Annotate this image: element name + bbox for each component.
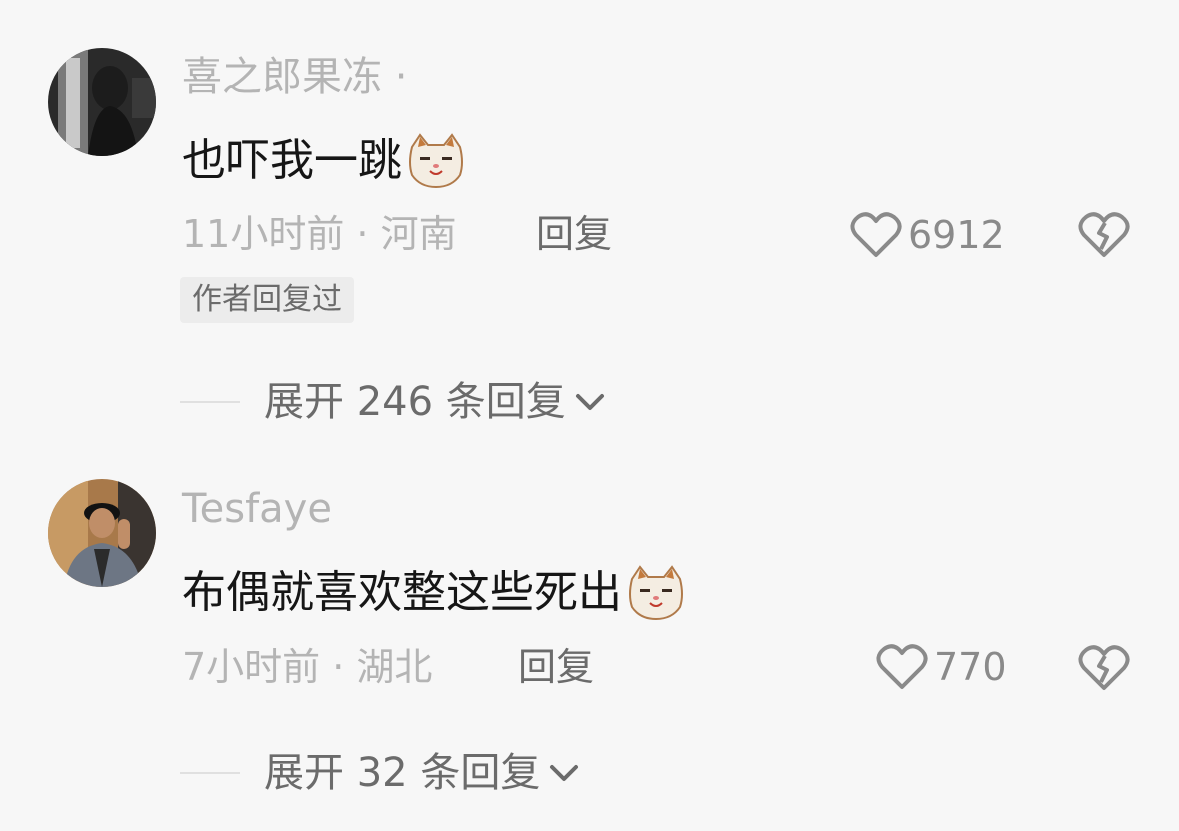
like-button[interactable]: 6912 [850,211,1005,259]
like-count: 6912 [908,213,1005,257]
chevron-down-icon [575,394,604,410]
comment-text: 也吓我一跳 [182,133,466,189]
heart-icon [876,644,928,689]
expand-replies-label: 展开 32 条回复 [264,750,541,796]
like-count: 770 [934,645,1007,689]
expand-replies-label: 展开 246 条回复 [264,379,566,425]
reply-button[interactable]: 回复 [518,648,594,686]
chevron-down-icon [550,765,579,781]
divider [180,401,240,403]
comment-text-content: 布偶就喜欢整这些死出 [182,567,622,618]
dislike-button[interactable] [1078,211,1130,263]
reply-button[interactable]: 回复 [536,215,612,253]
expand-replies-button[interactable]: 展开 32 条回复 [180,753,580,793]
cat-face-emoji-icon [626,565,686,621]
dislike-button[interactable] [1078,644,1130,696]
username[interactable]: Tesfaye [182,489,332,529]
broken-heart-icon [1078,645,1130,690]
username[interactable]: 喜之郎果冻 · [182,57,407,97]
cat-face-emoji-icon [406,133,466,189]
expand-replies-button[interactable]: 展开 246 条回复 [180,382,606,422]
heart-icon [850,212,902,257]
comment-text-content: 也吓我一跳 [182,135,402,186]
avatar[interactable] [48,48,156,156]
like-button[interactable]: 770 [876,643,1007,691]
avatar[interactable] [48,479,156,587]
comment-meta: 7小时前 · 湖北 [182,645,433,689]
divider [180,772,240,774]
author-replied-badge: 作者回复过 [180,277,354,323]
comment-text: 布偶就喜欢整这些死出 [182,565,686,621]
comment-meta: 11小时前 · 河南 [182,212,457,256]
broken-heart-icon [1078,212,1130,257]
